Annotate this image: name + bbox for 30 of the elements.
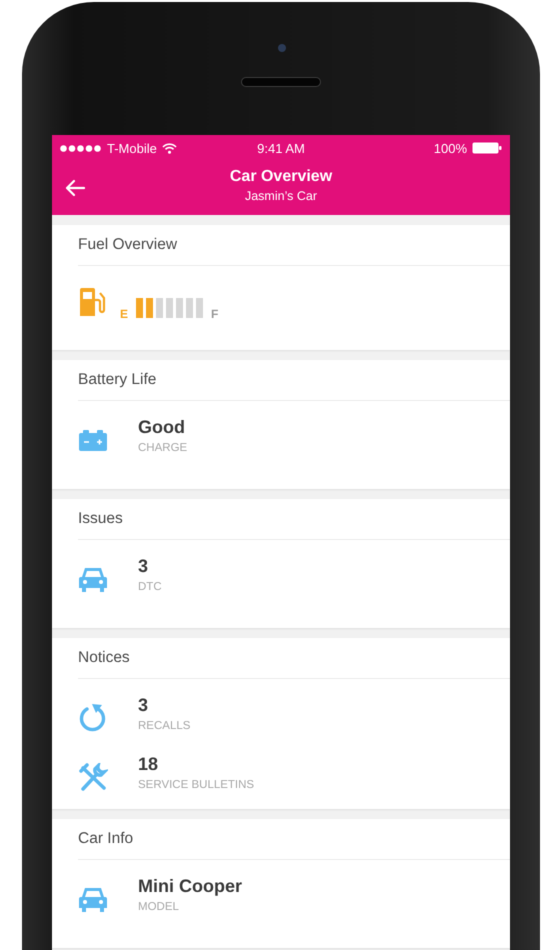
- battery-icon: [472, 142, 502, 154]
- camera-icon: [278, 44, 286, 52]
- stat-label: RECALLS: [138, 720, 190, 732]
- stat-label: DTC: [138, 581, 162, 593]
- stat-value: Mini Cooper: [138, 876, 242, 897]
- clock-time: 9:41 AM: [257, 140, 305, 156]
- circular-arrow-icon: [78, 704, 108, 732]
- carrier-name: T-Mobile: [107, 140, 157, 156]
- section-title: Notices: [78, 638, 510, 679]
- screen-subtitle: Jasmin’s Car: [244, 188, 317, 202]
- battery-percent: 100%: [434, 140, 467, 156]
- section-title: Car Info: [78, 819, 510, 860]
- full-label: F: [211, 307, 218, 321]
- section-title: Fuel Overview: [78, 225, 510, 266]
- stat-value: 3: [138, 695, 150, 716]
- wifi-icon: [162, 142, 177, 154]
- stat-value: 18: [138, 754, 160, 775]
- section-title: Battery Life: [78, 360, 510, 401]
- tools-icon: [78, 762, 108, 790]
- stat-value: Good: [138, 417, 186, 438]
- stat-label: MODEL: [138, 901, 180, 913]
- screen-title: Car Overview: [230, 168, 332, 186]
- section-title: Issues: [78, 499, 510, 540]
- fuel-pump-icon: [78, 287, 106, 317]
- battery-icon: [78, 428, 108, 450]
- signal-icon: [60, 144, 102, 152]
- stat-value: 3: [138, 556, 150, 577]
- stat-label: SERVICE BULLETINS: [138, 779, 254, 791]
- empty-label: E: [120, 307, 128, 321]
- stat-label: CHARGE: [138, 442, 188, 454]
